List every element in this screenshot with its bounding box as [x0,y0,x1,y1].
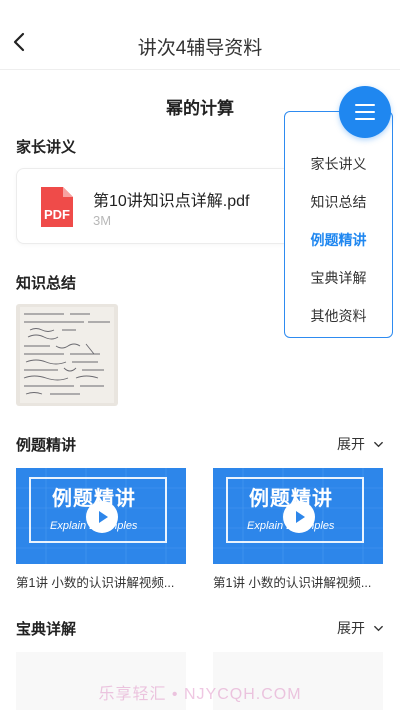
treasure-expand-toggle[interactable]: 展开 [337,618,384,638]
page-title: 讲次4辅导资料 [137,38,263,59]
video-thumbnail: 例题精讲 Explain Examples [16,468,186,564]
menu-item-knowledge[interactable]: 知识总结 [285,192,392,212]
top-bar: 讲次4辅导资料 [0,0,400,70]
menu-item-parent-notes[interactable]: 家长讲义 [285,154,392,174]
watermark-text: 乐享轻汇 • NJYCQH.COM [98,686,302,703]
knowledge-heading: 知识总结 [16,275,77,292]
treasure-heading: 宝典详解 [16,621,77,638]
video-caption: 第1讲 小数的认识讲解视频... [16,576,175,590]
knowledge-note-image[interactable] [16,304,118,406]
parent-notes-heading: 家长讲义 [16,139,77,156]
chevron-down-icon [374,441,383,447]
treasure-expand-label: 展开 [337,620,365,636]
example-video-card[interactable]: 例题精讲 Explain Examples 第1讲 小数的认识讲解视频... [16,468,186,591]
play-icon[interactable] [86,501,118,533]
examples-expand-label: 展开 [337,436,365,452]
examples-heading: 例题精讲 [16,437,77,454]
menu-item-other[interactable]: 其他资料 [285,306,392,326]
play-icon[interactable] [283,501,315,533]
example-video-card[interactable]: 例题精讲 Explain Examples 第1讲 小数的认识讲解视频... [213,468,383,591]
pdf-file-icon: PDF [33,183,81,231]
video-thumbnail: 例题精讲 Explain Examples [213,468,383,564]
pdf-icon-label: PDF [44,207,70,222]
pdf-file-card[interactable]: PDF 第10讲知识点详解.pdf 3M [16,168,296,244]
menu-item-examples[interactable]: 例题精讲 [285,230,392,250]
pdf-file-size: 3M [93,213,112,228]
video-caption: 第1讲 小数的认识讲解视频... [213,576,372,590]
menu-icon[interactable] [339,86,391,138]
chevron-down-icon [374,625,383,631]
menu-item-treasure[interactable]: 宝典详解 [285,268,392,288]
examples-expand-toggle[interactable]: 展开 [337,434,384,454]
section-nav-dropdown: 家长讲义 知识总结 例题精讲 宝典详解 其他资料 [284,111,393,338]
pdf-file-name: 第10讲知识点详解.pdf [93,193,250,210]
